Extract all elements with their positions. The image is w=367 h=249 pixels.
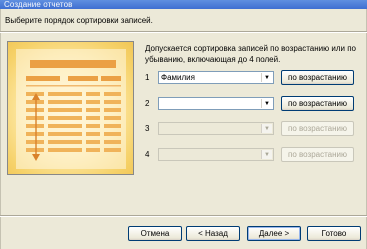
report-layout-illustration bbox=[16, 49, 126, 169]
finish-button[interactable]: Готово bbox=[307, 226, 361, 241]
sort-level-4-number: 4 bbox=[145, 150, 150, 159]
sort-order-2-button[interactable]: по возрастанию bbox=[281, 96, 354, 111]
dropdown-arrow-icon[interactable]: ▼ bbox=[261, 150, 272, 159]
cancel-button[interactable]: Отмена bbox=[128, 226, 182, 241]
dropdown-arrow-icon[interactable]: ▼ bbox=[261, 73, 272, 82]
back-button[interactable]: < Назад bbox=[186, 226, 240, 241]
instruction-text: Выберите порядок сортировки записей. bbox=[5, 16, 153, 25]
window-title: Создание отчетов bbox=[4, 0, 73, 9]
title-bar[interactable]: Создание отчетов bbox=[0, 0, 367, 9]
sort-order-3-button[interactable]: по возрастанию bbox=[281, 121, 354, 136]
sort-order-4-button[interactable]: по возрастанию bbox=[281, 147, 354, 162]
sort-order-1-button[interactable]: по возрастанию bbox=[281, 70, 354, 85]
report-preview-image bbox=[7, 41, 134, 175]
sort-description: Допускается сортировка записей по возрас… bbox=[145, 44, 356, 64]
sort-field-4-combo[interactable]: ▼ bbox=[158, 148, 274, 161]
next-button[interactable]: Далее > bbox=[247, 226, 301, 241]
sort-field-2-combo[interactable]: ▼ bbox=[158, 97, 274, 110]
dropdown-arrow-icon[interactable]: ▼ bbox=[261, 99, 272, 108]
header-separator bbox=[0, 31, 367, 33]
sort-level-2-number: 2 bbox=[145, 99, 150, 108]
sort-field-3-combo[interactable]: ▼ bbox=[158, 122, 274, 135]
sort-level-3-number: 3 bbox=[145, 124, 150, 133]
dropdown-arrow-icon[interactable]: ▼ bbox=[261, 124, 272, 133]
sort-field-1-combo[interactable]: Фамилия ▼ bbox=[158, 71, 274, 84]
footer-separator bbox=[0, 215, 367, 217]
sort-level-1-number: 1 bbox=[145, 73, 150, 82]
sort-field-1-value: Фамилия bbox=[161, 73, 195, 82]
